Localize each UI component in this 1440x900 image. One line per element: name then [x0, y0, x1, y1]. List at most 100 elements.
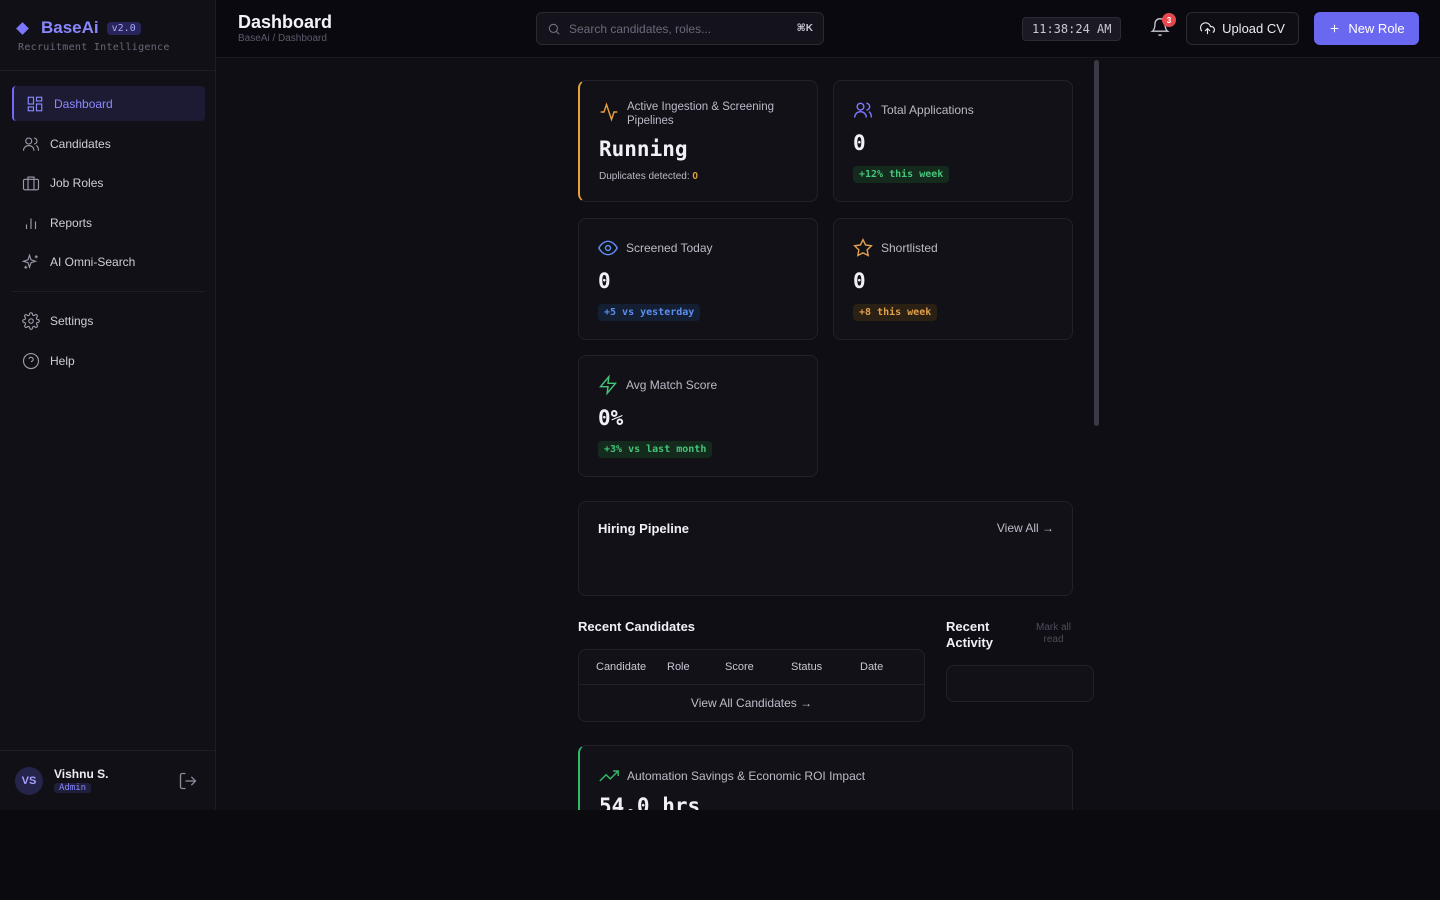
roi-impact-card: Automation Savings & Economic ROI Impact… — [578, 745, 1073, 810]
column-header[interactable]: Date — [860, 650, 924, 685]
sidebar-item-help[interactable]: Help — [12, 343, 205, 378]
column-header[interactable]: Score — [725, 650, 791, 685]
duplicates-value: 0 — [692, 171, 698, 182]
stat-header: Active Ingestion & Screening Pipelines — [599, 100, 797, 128]
column-header[interactable]: Candidate — [579, 650, 667, 685]
logo-diamond-icon — [16, 21, 29, 35]
mark-all-read-line: read — [1043, 634, 1064, 645]
recent-activity-list — [946, 665, 1094, 702]
duplicates-label: Duplicates detected: — [599, 171, 690, 182]
stat-delta-badge: +3% vs last month — [598, 441, 713, 458]
trending-up-icon — [599, 770, 619, 782]
stat-header: Shortlisted — [853, 238, 938, 258]
notification-count-badge: 3 — [1162, 13, 1176, 27]
section-title: Hiring Pipeline — [598, 521, 690, 536]
stat-label: Active Ingestion & Screening Pipelines — [627, 101, 775, 127]
screened-today-card: Screened Today 0 +5 vs yesterday — [578, 218, 818, 340]
sidebar: BaseAi v2.0 Recruitment Intelligence Das… — [0, 0, 216, 810]
avatar[interactable]: VS — [15, 767, 43, 795]
sidebar-item-label: Settings — [50, 313, 94, 328]
new-role-label: New Role — [1348, 21, 1405, 36]
recent-activity-title-line: Recent — [946, 619, 990, 634]
eye-icon — [598, 240, 618, 256]
user-role-badge: Admin — [54, 783, 92, 793]
stat-header: Screened Today — [598, 238, 713, 258]
sidebar-item-label: Dashboard — [54, 96, 113, 111]
user-panel: VS Vishnu S. Admin — [0, 750, 215, 810]
help-circle-icon — [22, 352, 40, 370]
view-all-candidates-link[interactable]: View All Candidates → — [579, 696, 924, 710]
stat-header: Automation Savings & Economic ROI Impact — [599, 766, 865, 786]
roi-value: 54.0 hrs — [599, 794, 701, 810]
stat-label: Shortlisted — [881, 241, 938, 255]
recent-candidates-table: Candidate Role Score Status Date View Al… — [578, 649, 925, 722]
notifications-button[interactable]: 3 — [1150, 13, 1176, 39]
page-bottom-area — [0, 810, 1440, 900]
brand: BaseAi v2.0 Recruitment Intelligence — [16, 18, 170, 53]
stat-value: 0 — [853, 269, 866, 293]
stat-label: Automation Savings & Economic ROI Impact — [627, 769, 866, 783]
stat-label: Screened Today — [626, 241, 713, 255]
brand-name: BaseAi — [41, 18, 99, 37]
user-name: Vishnu S. — [54, 767, 109, 781]
pipeline-status-value: Running — [599, 137, 688, 161]
shortlisted-card: Shortlisted 0 +8 this week — [833, 218, 1073, 340]
clock: 11:38:24 AM — [1022, 17, 1122, 41]
sidebar-divider — [12, 291, 205, 292]
column-header[interactable]: Status — [791, 650, 860, 685]
main-content: Active Ingestion & Screening Pipelines R… — [216, 58, 1440, 810]
sidebar-item-reports[interactable]: Reports — [12, 205, 205, 240]
stat-header: Avg Match Score — [598, 375, 717, 395]
pipeline-status-card: Active Ingestion & Screening Pipelines R… — [578, 80, 818, 202]
sidebar-item-label: Candidates — [50, 136, 111, 151]
recent-activity-title: Recent Activity — [946, 619, 993, 651]
stat-delta-badge: +5 vs yesterday — [598, 304, 701, 321]
sidebar-item-candidates[interactable]: Candidates — [12, 126, 205, 161]
sidebar-item-label: Reports — [50, 215, 93, 230]
plus-icon — [1331, 24, 1339, 33]
stat-value: 0% — [598, 406, 624, 430]
cloud-upload-icon — [1200, 22, 1215, 35]
briefcase-icon — [22, 174, 40, 192]
stat-delta-badge: +8 this week — [853, 304, 938, 321]
stat-value: 0 — [853, 131, 866, 155]
stat-label: Total Applications — [881, 103, 974, 117]
grid-icon — [26, 95, 44, 113]
shortcut-hint: ⌘K — [796, 23, 814, 34]
sidebar-item-settings[interactable]: Settings — [12, 303, 205, 338]
mark-all-read-line: Mark all — [1036, 622, 1072, 633]
sparkles-icon — [22, 252, 40, 271]
stat-label: Avg Match Score — [626, 378, 718, 392]
search-box[interactable]: ⌘K — [536, 12, 824, 45]
sidebar-divider — [0, 70, 215, 71]
logout-icon[interactable] — [178, 771, 198, 796]
candidates-table: Candidate Role Score Status Date — [579, 650, 924, 685]
top-header: Dashboard BaseAi / Dashboard ⌘K 11:38:24… — [216, 0, 1440, 58]
upload-cv-label: Upload CV — [1222, 21, 1285, 36]
bar-chart-icon — [22, 214, 40, 232]
brand-subtitle: Recruitment Intelligence — [18, 42, 170, 53]
activity-icon — [600, 102, 618, 122]
view-all-link[interactable]: View All → — [997, 521, 1054, 535]
lightning-icon — [598, 375, 618, 395]
upload-cv-button[interactable]: Upload CV — [1186, 12, 1299, 45]
sidebar-item-label: Help — [50, 353, 75, 368]
mark-all-read-button[interactable]: Mark all read — [1036, 622, 1071, 646]
avg-match-score-card: Avg Match Score 0% +3% vs last month — [578, 355, 818, 477]
sidebar-item-label: Job Roles — [50, 175, 104, 190]
stat-value: 0 — [598, 269, 611, 293]
duplicates-line: Duplicates detected: 0 — [599, 171, 698, 182]
recent-candidates-title: Recent Candidates — [578, 619, 696, 634]
sidebar-item-dashboard[interactable]: Dashboard — [12, 86, 205, 121]
gear-icon — [22, 311, 40, 330]
vertical-scrollbar[interactable] — [1094, 60, 1099, 426]
stat-header: Total Applications — [853, 100, 974, 120]
users-icon — [22, 135, 40, 153]
new-role-button[interactable]: New Role — [1314, 12, 1419, 45]
sidebar-item-ai-omni-search[interactable]: AI Omni-Search — [12, 244, 205, 279]
stat-delta-badge: +12% this week — [853, 166, 950, 183]
search-icon — [548, 23, 560, 35]
sidebar-item-job-roles[interactable]: Job Roles — [12, 165, 205, 200]
column-header[interactable]: Role — [667, 650, 725, 685]
search-input[interactable] — [569, 21, 789, 36]
